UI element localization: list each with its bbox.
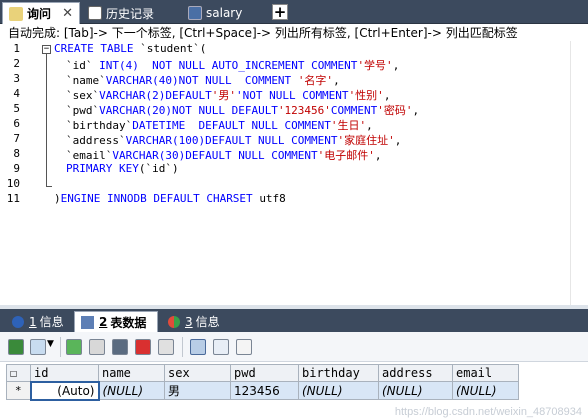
code-line: PRIMARY KEY(`id`) (66, 162, 179, 175)
code-line: )ENGINE INNODB DEFAULT CHARSET utf8 (54, 192, 286, 205)
form-view-icon[interactable] (213, 339, 229, 355)
watermark: https://blog.csdn.net/weixin_48708934 (394, 406, 582, 418)
result-grid: ☐ id name sex pwd birthday address email… (0, 362, 588, 420)
info-icon (12, 315, 24, 328)
line-number: 10 (6, 177, 20, 190)
tab-salary[interactable]: salary (182, 2, 268, 24)
code-line: `email`VARCHAR(30)DEFAULT NULL COMMENT'电… (66, 149, 382, 162)
toolbar-divider (60, 337, 61, 357)
code-line: `name`VARCHAR(40)NOT NULL COMMENT '名字', (66, 74, 340, 87)
table-cell[interactable]: (NULL) (98, 381, 165, 400)
calendar-icon (88, 6, 102, 20)
tab-table-data-num: 2 (99, 315, 108, 329)
table-data-icon (81, 315, 94, 329)
code-line: `birthday`DATETIME DEFAULT NULL COMMENT'… (66, 119, 373, 132)
tab-history-label: 历史记录 (106, 6, 155, 21)
tab-query-label: 询问 (27, 7, 52, 21)
close-icon[interactable]: ✕ (62, 6, 73, 21)
tab-messages-label: 信息 (39, 315, 64, 329)
tab-history[interactable]: 历史记录 (82, 2, 178, 24)
add-tab-button[interactable]: + (272, 4, 288, 20)
tab-info[interactable]: 3 信息 (162, 311, 226, 332)
fold-guide (46, 54, 47, 187)
delete-icon[interactable] (135, 339, 151, 355)
tab-messages[interactable]: 1 信息 (6, 311, 70, 332)
line-number: 2 (13, 57, 20, 70)
line-number: 1 (13, 42, 20, 55)
table-row[interactable]: * (Auto) (NULL) 男 123456 (NULL) (NULL) (… (6, 380, 519, 401)
tab-info-num: 3 (185, 314, 193, 329)
sql-editor[interactable]: 1 2 3 4 5 6 7 8 9 10 11 − CREATE TABLE `… (0, 41, 588, 305)
line-number-gutter: 1 2 3 4 5 6 7 8 9 10 11 (0, 41, 36, 305)
export-icon[interactable] (8, 339, 24, 355)
fold-toggle-icon[interactable]: − (42, 45, 51, 54)
info-chart-icon (168, 315, 180, 328)
line-number: 11 (6, 192, 20, 205)
chevron-down-icon[interactable]: ▼ (47, 339, 57, 355)
code-line: `address`VARCHAR(100)DEFAULT NULL COMMEN… (66, 134, 402, 147)
cancel-changes-icon[interactable] (158, 339, 174, 355)
tab-table-data[interactable]: 2 表数据 (74, 311, 158, 332)
table-cell[interactable]: (NULL) (378, 381, 453, 400)
column-header[interactable]: address (378, 364, 453, 382)
line-number: 5 (13, 102, 20, 115)
row-marker[interactable]: * (6, 381, 31, 400)
text-view-icon[interactable] (236, 339, 252, 355)
grid-view-icon[interactable] (190, 339, 206, 355)
table-cell[interactable]: 男 (164, 381, 231, 400)
data-table: ☐ id name sex pwd birthday address email… (6, 364, 519, 401)
line-number: 4 (13, 87, 20, 100)
table-cell[interactable]: (NULL) (298, 381, 379, 400)
duplicate-row-icon[interactable] (89, 339, 105, 355)
line-number: 8 (13, 147, 20, 160)
column-header[interactable]: birthday (298, 364, 379, 382)
column-header[interactable]: pwd (230, 364, 299, 382)
add-row-icon[interactable] (66, 339, 82, 355)
line-number: 9 (13, 162, 20, 175)
tab-salary-label: salary (206, 6, 243, 20)
line-number: 6 (13, 117, 20, 130)
tab-table-data-label: 表数据 (110, 315, 147, 330)
column-header[interactable]: email (452, 364, 519, 382)
code-line: CREATE TABLE `student`( (54, 42, 207, 55)
code-line: `pwd`VARCHAR(20)NOT NULL DEFAULT'123456'… (66, 104, 420, 117)
query-icon (9, 6, 23, 21)
query-tab-bar: 询问 ✕ 历史记录 salary + (0, 0, 588, 24)
table-icon (188, 6, 202, 20)
column-header[interactable]: id (30, 364, 99, 382)
autocomplete-hint: 自动完成: [Tab]-> 下一个标签, [Ctrl+Space]-> 列出所有… (0, 25, 588, 41)
grid-toolbar: ▼ (0, 332, 588, 362)
line-number: 7 (13, 132, 20, 145)
table-cell[interactable]: (Auto) (29, 380, 100, 401)
line-number: 3 (13, 72, 20, 85)
toolbar-divider (182, 337, 183, 357)
column-header[interactable]: sex (164, 364, 231, 382)
header-row: ☐ id name sex pwd birthday address email (6, 364, 519, 382)
select-all-checkbox[interactable]: ☐ (6, 364, 31, 382)
save-icon[interactable] (112, 339, 128, 355)
tab-messages-num: 1 (29, 314, 37, 329)
result-tab-bar: 1 信息 2 表数据 3 信息 (0, 309, 588, 332)
column-header[interactable]: name (98, 364, 165, 382)
table-cell[interactable]: (NULL) (452, 381, 519, 400)
code-line: `sex`VARCHAR(2)DEFAULT'男''NOT NULL COMME… (66, 89, 391, 102)
table-cell[interactable]: 123456 (230, 381, 299, 400)
code-line: `id` INT(4) NOT NULL AUTO_INCREMENT COMM… (66, 59, 400, 72)
import-icon[interactable] (30, 339, 46, 355)
tab-info-label: 信息 (195, 315, 220, 329)
editor-divider (570, 41, 571, 305)
fold-guide-end (46, 186, 52, 187)
tab-query[interactable]: 询问 ✕ (2, 2, 80, 24)
